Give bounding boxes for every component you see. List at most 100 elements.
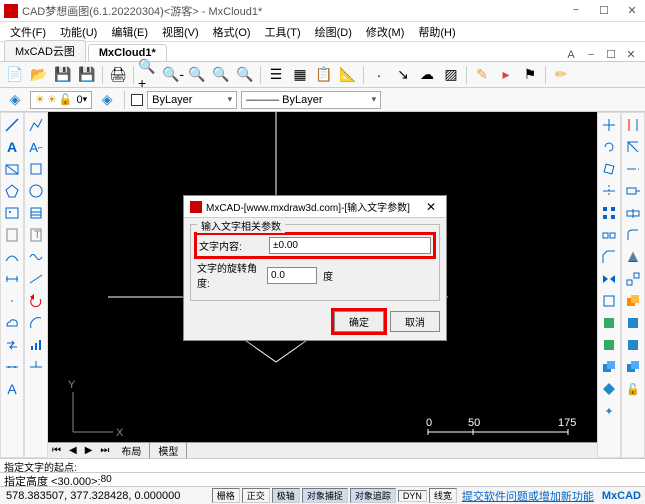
revision-icon[interactable]: ☁ [416, 64, 438, 86]
cloud-icon[interactable] [2, 313, 22, 333]
text-note-icon[interactable]: T [26, 225, 46, 245]
min-doc-icon[interactable]: − [581, 49, 601, 61]
zoom-extents-icon[interactable]: 🔍 [210, 64, 232, 86]
grid-icon[interactable]: ▦ [289, 64, 311, 86]
offset-icon[interactable] [623, 115, 643, 135]
rotate-icon[interactable] [599, 137, 619, 157]
layer-block-icon[interactable] [599, 357, 619, 377]
menu-function[interactable]: 功能(U) [54, 22, 103, 42]
point-tool-icon[interactable]: · [2, 291, 22, 311]
array-icon[interactable] [599, 203, 619, 223]
sheet-icon[interactable]: 📋 [313, 64, 335, 86]
image-icon[interactable] [2, 203, 22, 223]
star-icon[interactable]: ✦ [599, 401, 619, 421]
color-picker[interactable] [131, 94, 143, 106]
zoom-window-icon[interactable]: 🔍 [186, 64, 208, 86]
max-doc-icon[interactable]: ☐ [601, 48, 621, 61]
layout-tab[interactable]: 布局 [113, 443, 150, 458]
flag-icon[interactable]: ⚑ [519, 64, 541, 86]
extend-icon[interactable] [26, 357, 46, 377]
pencil-icon[interactable]: ✏ [550, 64, 572, 86]
swap-icon[interactable] [2, 335, 22, 355]
point-icon[interactable]: · [368, 64, 390, 86]
triangle-icon[interactable] [623, 247, 643, 267]
ok-button[interactable]: 确定 [334, 311, 384, 332]
tab-last-icon[interactable]: ⏭ [96, 445, 113, 456]
print-icon[interactable]: 🖨 [107, 64, 129, 86]
hatch-tool-icon[interactable] [26, 203, 46, 223]
fillet-icon[interactable] [623, 225, 643, 245]
copy-icon[interactable] [623, 291, 643, 311]
menu-tools[interactable]: 工具(T) [259, 22, 307, 42]
close-button[interactable]: ✕ [623, 4, 641, 17]
block2-icon[interactable] [623, 335, 643, 355]
line-icon[interactable] [2, 115, 22, 135]
mtext-icon[interactable]: A [2, 137, 22, 157]
text-content-input[interactable] [269, 237, 431, 254]
polygon-icon[interactable] [2, 181, 22, 201]
open-icon[interactable]: 📂 [28, 64, 50, 86]
chamfer-icon[interactable] [599, 247, 619, 267]
list-icon[interactable]: ☰ [265, 64, 287, 86]
close-doc-icon[interactable]: ✕ [621, 48, 641, 61]
mark-icon[interactable]: ✎ [471, 64, 493, 86]
grid-toggle[interactable]: 栅格 [212, 488, 240, 503]
breakpt-icon[interactable] [623, 203, 643, 223]
minimize-button[interactable]: − [567, 4, 585, 17]
move-icon[interactable] [599, 115, 619, 135]
trim-icon[interactable] [599, 181, 619, 201]
ortho-toggle[interactable]: 正交 [242, 488, 270, 503]
menu-help[interactable]: 帮助(H) [412, 22, 461, 42]
group-icon[interactable] [623, 357, 643, 377]
menu-view[interactable]: 视图(V) [156, 22, 205, 42]
tab-prev-icon[interactable]: ◀ [65, 445, 81, 456]
model-tab[interactable]: 模型 [150, 443, 187, 458]
save-icon[interactable]: 💾 [52, 64, 74, 86]
scale-icon[interactable] [623, 137, 643, 157]
menu-format[interactable]: 格式(O) [207, 22, 257, 42]
revert-icon[interactable] [26, 291, 46, 311]
zoom-realtime-icon[interactable]: 🔍 [234, 64, 256, 86]
layer-manager-icon[interactable]: ◈ [4, 89, 26, 111]
otrack-toggle[interactable]: 对象追踪 [350, 488, 396, 503]
menu-draw[interactable]: 绘图(D) [309, 22, 358, 42]
text-icon[interactable]: A [2, 379, 22, 399]
layer-dropdown[interactable]: ☀☀ 🔓 0 ▾ [30, 91, 92, 109]
menu-file[interactable]: 文件(F) [4, 22, 52, 42]
arc-icon[interactable] [26, 313, 46, 333]
layer-prev-icon[interactable]: ◈ [96, 89, 118, 111]
square-icon[interactable] [26, 159, 46, 179]
dim-aligned-icon[interactable] [26, 269, 46, 289]
divide-icon[interactable] [2, 357, 22, 377]
diamond-icon[interactable] [599, 379, 619, 399]
align-icon[interactable] [599, 291, 619, 311]
dim-linear-icon[interactable] [2, 269, 22, 289]
zoom-in-icon[interactable]: 🔍+ [138, 64, 160, 86]
osnap-toggle[interactable]: 对象捕捉 [302, 488, 348, 503]
stamp2-icon[interactable] [599, 335, 619, 355]
measure-icon[interactable]: 📐 [337, 64, 359, 86]
lineweight-combo[interactable]: ——— ByLayer [241, 91, 381, 109]
explode-icon[interactable] [623, 269, 643, 289]
circle-icon[interactable] [26, 181, 46, 201]
polar-toggle[interactable]: 极轴 [272, 488, 300, 503]
dialog-close-icon[interactable]: ✕ [422, 200, 440, 214]
lineweight-toggle[interactable]: 线宽 [429, 488, 457, 503]
mirror-icon[interactable] [599, 269, 619, 289]
leader-icon[interactable]: ↘ [392, 64, 414, 86]
erase-icon[interactable] [599, 159, 619, 179]
maximize-button[interactable]: ☐ [595, 4, 613, 17]
unlock-icon[interactable]: 🔓 [623, 379, 643, 399]
rect-icon[interactable] [2, 159, 22, 179]
rotation-input[interactable] [267, 267, 317, 284]
pline-icon[interactable] [26, 115, 46, 135]
dxf-icon[interactable] [2, 225, 22, 245]
chart-icon[interactable] [26, 335, 46, 355]
stamp1-icon[interactable] [599, 313, 619, 333]
feedback-link[interactable]: 提交软件问题或增加新功能 [458, 488, 598, 504]
stretch-icon[interactable] [623, 181, 643, 201]
extend-tool-icon[interactable] [623, 159, 643, 179]
tab-first-icon[interactable]: ⏮ [48, 445, 65, 456]
tab-next-icon[interactable]: ▶ [81, 445, 97, 456]
block1-icon[interactable] [623, 313, 643, 333]
